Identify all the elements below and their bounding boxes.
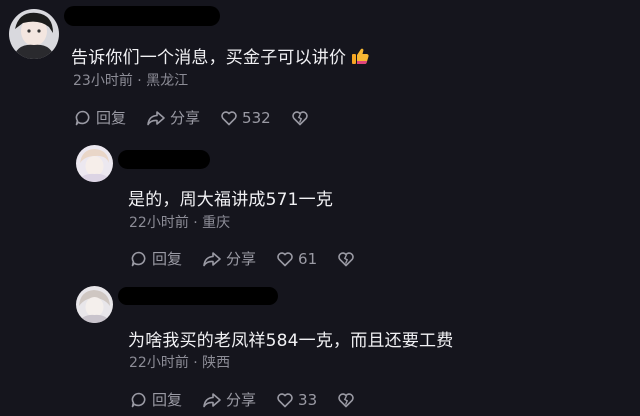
like-button[interactable]: 532 — [220, 109, 271, 127]
share-label: 分享 — [226, 250, 257, 268]
reply-button[interactable]: 回复 — [74, 107, 126, 128]
avatar[interactable] — [9, 9, 59, 59]
like-count: 532 — [242, 108, 271, 127]
share-button[interactable]: 分享 — [202, 248, 256, 269]
comment-text: 告诉你们一个消息，买金子可以讲价 — [71, 43, 370, 71]
share-icon — [203, 392, 221, 407]
heart-icon — [277, 251, 293, 266]
dislike-button[interactable] — [337, 250, 359, 268]
like-button[interactable]: 33 — [276, 391, 317, 409]
reply-icon — [131, 392, 146, 407]
share-label: 分享 — [226, 391, 257, 409]
reply-label: 回复 — [96, 109, 127, 127]
reply-button[interactable]: 回复 — [130, 389, 182, 410]
comment-meta: 23小时前 · 黑龙江 — [73, 73, 189, 89]
thumbs-up-icon — [350, 46, 370, 71]
comment-actions: 回复 分享 61 — [130, 248, 359, 269]
reply-icon — [131, 251, 146, 266]
avatar[interactable] — [76, 145, 113, 182]
comment-actions: 回复 分享 33 — [130, 389, 359, 410]
comment-meta: 22小时前 · 重庆 — [129, 215, 231, 231]
share-button[interactable]: 分享 — [146, 107, 200, 128]
share-button[interactable]: 分享 — [202, 389, 256, 410]
broken-heart-icon — [338, 392, 354, 407]
heart-icon — [277, 392, 293, 407]
dislike-button[interactable] — [337, 391, 359, 409]
redacted-username — [118, 287, 278, 305]
redacted-username — [118, 150, 210, 169]
broken-heart-icon — [291, 110, 308, 125]
reply-button[interactable]: 回复 — [130, 248, 182, 269]
like-button[interactable]: 61 — [276, 250, 317, 268]
reply-label: 回复 — [152, 250, 183, 268]
comment-meta: 22小时前 · 陕西 — [129, 355, 231, 371]
share-label: 分享 — [170, 109, 201, 127]
share-icon — [203, 251, 221, 266]
comment-thread: 告诉你们一个消息，买金子可以讲价 23小时前 · 黑龙江 回复 分享 532 是… — [0, 0, 640, 416]
dislike-button[interactable] — [291, 109, 313, 127]
broken-heart-icon — [338, 251, 354, 266]
comment-text: 是的，周大福讲成571一克 — [128, 190, 334, 210]
share-icon — [147, 110, 165, 125]
heart-icon — [221, 110, 237, 125]
like-count: 61 — [298, 249, 318, 268]
reply-label: 回复 — [152, 391, 183, 409]
redacted-username — [64, 6, 220, 26]
reply-icon — [75, 110, 90, 125]
like-count: 33 — [298, 390, 318, 409]
avatar[interactable] — [76, 286, 113, 323]
comment-text: 为啥我买的老凤祥584一克，而且还要工费 — [128, 331, 454, 351]
comment-actions: 回复 分享 532 — [74, 107, 313, 128]
